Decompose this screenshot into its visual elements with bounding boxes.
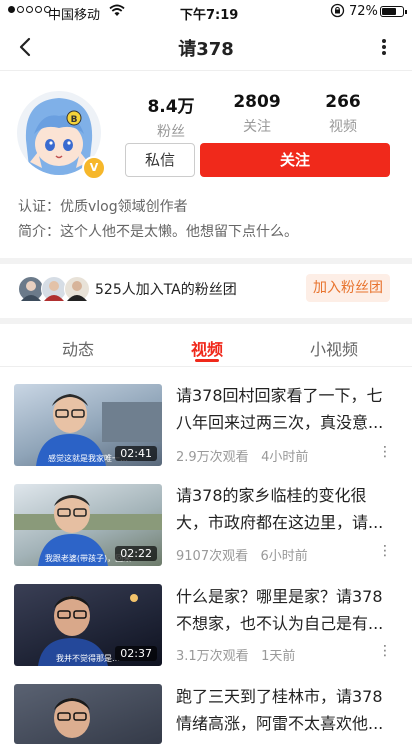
video-time: 6小时前 <box>260 549 308 564</box>
video-meta: 2.9万次观看 4小时前 <box>176 446 308 465</box>
battery-percent: 72% <box>349 4 378 19</box>
verification-row: 认证：优质vlog领域创作者 <box>18 196 188 216</box>
stat-fans-value: 8.4万 <box>147 97 195 117</box>
video-views: 9107次观看 <box>176 549 249 564</box>
video-time: 1天前 <box>261 649 296 664</box>
video-thumbnail[interactable]: 我跟老婆(带孩子)，回来 02:22 <box>14 484 162 566</box>
svg-text:B: B <box>71 115 78 125</box>
status-bar: 中国移动 下午7:19 72% <box>0 0 412 24</box>
section-divider <box>0 318 412 324</box>
fan-club-text: 525人加入TA的粉丝团 <box>95 282 237 298</box>
verified-badge-icon: V <box>82 156 106 180</box>
video-thumbnail[interactable] <box>14 684 162 744</box>
video-title[interactable]: 请378回村回家看了一下，七八年回来过两三次，真没意... <box>176 382 394 436</box>
battery-icon <box>380 6 407 17</box>
video-time: 4小时前 <box>261 450 309 465</box>
tab-dynamic[interactable]: 动态 <box>28 336 128 360</box>
section-divider <box>0 258 412 264</box>
video-views: 2.9万次观看 <box>176 450 249 465</box>
video-title[interactable]: 请378的家乡临桂的变化很大，市政府都在这边里，请... <box>176 482 394 536</box>
navigation-bar: 请378 <box>0 24 412 71</box>
message-button[interactable]: 私信 <box>125 143 195 177</box>
stat-fans-label: 粉丝 <box>157 124 185 140</box>
stat-videos-value: 266 <box>325 92 361 112</box>
page-title: 请378 <box>178 39 234 60</box>
signal-strength-icon <box>8 6 51 13</box>
verification-text: 优质vlog领域创作者 <box>60 199 188 215</box>
stat-fans[interactable]: 8.4万 粉丝 <box>126 92 216 141</box>
intro-label: 简介： <box>18 224 60 240</box>
tab-divider <box>0 366 412 367</box>
video-more-icon[interactable]: ⋮ <box>378 543 392 559</box>
video-duration: 02:22 <box>115 546 157 561</box>
vertical-dots-icon[interactable] <box>374 35 394 59</box>
stat-following-value: 2809 <box>233 92 281 112</box>
video-thumbnail[interactable]: 感觉这就是我家唯一… 02:41 <box>14 384 162 466</box>
tab-short-videos[interactable]: 小视频 <box>284 336 384 360</box>
video-duration: 02:41 <box>115 446 157 461</box>
clock-time: 下午7:19 <box>180 8 239 23</box>
stat-following-label: 关注 <box>243 119 271 135</box>
intro-text: 这个人他不是太懒。他想留下点什么。 <box>60 224 298 240</box>
stat-following[interactable]: 2809 关注 <box>212 92 302 136</box>
video-title[interactable]: 跑了三天到了桂林市，请378情绪高涨，阿雷不太喜欢他... <box>176 683 394 737</box>
follow-button[interactable]: 关注 <box>200 143 390 177</box>
fan-avatar <box>64 276 90 302</box>
video-thumbnail[interactable]: 我并不觉得那是… 02:37 <box>14 584 162 666</box>
carrier-name: 中国移动 <box>48 8 101 23</box>
video-meta: 9107次观看 6小时前 <box>176 545 308 564</box>
video-more-icon[interactable]: ⋮ <box>378 444 392 460</box>
stat-videos-label: 视频 <box>329 119 357 135</box>
video-more-icon[interactable]: ⋮ <box>378 643 392 659</box>
wifi-icon <box>109 3 125 21</box>
video-title[interactable]: 什么是家？哪里是家？请378不想家，也不认为自己是有... <box>176 583 394 637</box>
intro-row: 简介：这个人他不是太懒。他想留下点什么。 <box>18 221 298 241</box>
stat-videos[interactable]: 266 视频 <box>298 92 388 136</box>
verification-label: 认证： <box>18 199 60 215</box>
rotation-lock-icon <box>330 3 345 22</box>
video-views: 3.1万次观看 <box>176 649 249 664</box>
tab-videos[interactable]: 视频 <box>157 336 257 360</box>
video-meta: 3.1万次观看 1天前 <box>176 645 295 664</box>
join-fan-club-button[interactable]: 加入粉丝团 <box>306 274 390 302</box>
active-tab-indicator <box>195 359 219 362</box>
video-duration: 02:37 <box>115 646 157 661</box>
